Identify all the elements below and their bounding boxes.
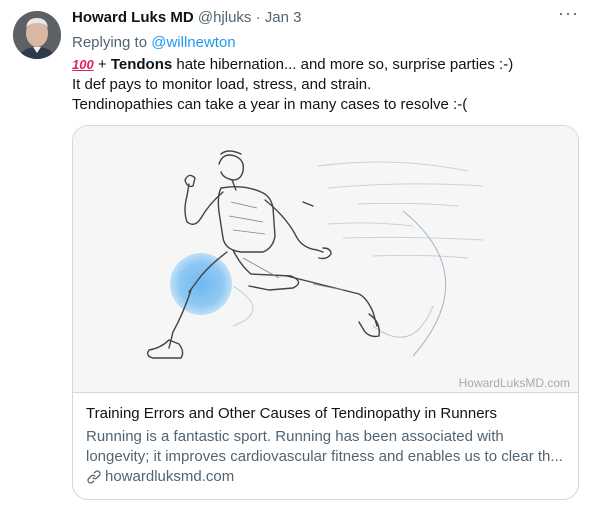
tweet-time[interactable]: Jan 3	[265, 9, 302, 26]
card-description: Running is a fantastic sport. Running ha…	[86, 427, 568, 467]
card-description-line-1: Running is a fantastic sport. Running ha…	[86, 428, 504, 445]
avatar[interactable]	[13, 11, 61, 59]
card-divider	[73, 392, 578, 393]
reply-context: Replying to @willnewton	[72, 34, 236, 51]
text-bold-tendons: Tendons	[110, 56, 173, 73]
author-name[interactable]: Howard Luks MD	[72, 9, 194, 26]
link-icon	[87, 469, 101, 484]
card-domain-text: howardluksmd.com	[105, 468, 235, 485]
tweet-text: 100 + Tendons hate hibernation... and mo…	[72, 55, 577, 115]
tweet-text-line-1: 100 + Tendons hate hibernation... and mo…	[72, 55, 577, 75]
more-horizontal-icon[interactable]: ···	[558, 3, 579, 24]
separator-dot: ·	[255, 9, 261, 26]
avatar-image	[13, 11, 61, 59]
link-preview-card[interactable]: HowardLuksMD.com Training Errors and Oth…	[72, 125, 579, 500]
card-description-line-2: longevity; it improves cardiovascular fi…	[86, 448, 563, 465]
author-handle[interactable]: @hjluks	[198, 9, 252, 26]
tweet-text-line-3: Tendinopathies can take a year in many c…	[72, 96, 468, 113]
tweet-header: Howard Luks MD @hjluks · Jan 3 ···	[72, 3, 579, 31]
reply-mention-link[interactable]: @willnewton	[151, 34, 235, 51]
reply-prefix: Replying to	[72, 34, 148, 51]
text-line1-rest: hate hibernation... and more so, surpris…	[172, 56, 514, 73]
card-title[interactable]: Training Errors and Other Causes of Tend…	[86, 405, 497, 422]
text-plus: +	[93, 56, 111, 73]
tweet-text-line-2: It def pays to monitor load, stress, and…	[72, 76, 372, 93]
runner-illustration	[73, 126, 578, 392]
card-image: HowardLuksMD.com	[73, 126, 578, 392]
image-watermark: HowardLuksMD.com	[458, 376, 570, 390]
card-domain[interactable]: howardluksmd.com	[86, 468, 234, 485]
hundred-points-icon: 100	[72, 57, 94, 72]
